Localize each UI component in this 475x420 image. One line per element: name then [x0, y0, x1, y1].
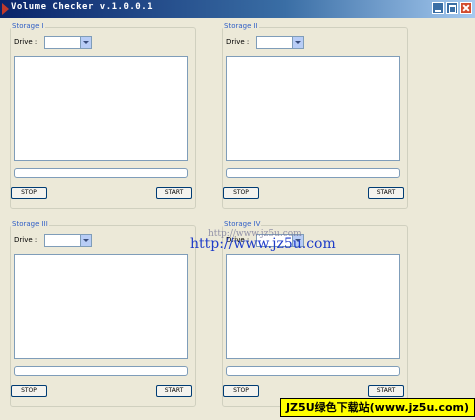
drive-label: Drive : — [14, 236, 38, 244]
drive-dropdown[interactable] — [256, 36, 304, 49]
drive-label: Drive : — [226, 38, 250, 46]
stop-button[interactable]: STOP — [223, 385, 259, 397]
watermark-banner: JZ5U绿色下载站(www.jz5u.com) — [280, 398, 475, 417]
stop-button[interactable]: STOP — [11, 187, 47, 199]
app-icon — [2, 3, 9, 15]
result-listbox[interactable] — [14, 254, 188, 359]
watermark-url: http://www.jz5u.com — [190, 236, 336, 252]
progress-bar — [14, 366, 188, 376]
storage-group-3: Storage III Drive : STOP START — [10, 220, 196, 407]
start-button[interactable]: START — [368, 187, 404, 199]
chevron-down-icon[interactable] — [292, 37, 303, 48]
progress-bar — [226, 168, 400, 178]
storage-group-2: Storage II Drive : STOP START — [222, 22, 408, 209]
group-title: Storage II — [223, 22, 259, 30]
storage-group-4: Storage IV Drive : STOP START — [222, 220, 408, 407]
start-button[interactable]: START — [156, 187, 192, 199]
group-title: Storage III — [11, 220, 49, 228]
progress-bar — [14, 168, 188, 178]
storage-group-1: Storage I Drive : STOP START — [10, 22, 196, 209]
chevron-down-icon[interactable] — [80, 37, 91, 48]
start-button[interactable]: START — [368, 385, 404, 397]
progress-bar — [226, 366, 400, 376]
result-listbox[interactable] — [226, 254, 400, 359]
group-title: Storage I — [11, 22, 45, 30]
result-listbox[interactable] — [226, 56, 400, 161]
result-listbox[interactable] — [14, 56, 188, 161]
maximize-button[interactable] — [446, 2, 458, 14]
start-button[interactable]: START — [156, 385, 192, 397]
chevron-down-icon[interactable] — [80, 235, 91, 246]
drive-dropdown[interactable] — [44, 36, 92, 49]
drive-label: Drive : — [14, 38, 38, 46]
group-title: Storage IV — [223, 220, 262, 228]
minimize-button[interactable] — [432, 2, 444, 14]
title-bar[interactable]: Volume Checker v.1.0.0.1 — [0, 0, 475, 18]
drive-dropdown[interactable] — [44, 234, 92, 247]
stop-button[interactable]: STOP — [223, 187, 259, 199]
window-title: Volume Checker v.1.0.0.1 — [11, 2, 154, 12]
stop-button[interactable]: STOP — [11, 385, 47, 397]
close-button[interactable] — [460, 2, 472, 14]
